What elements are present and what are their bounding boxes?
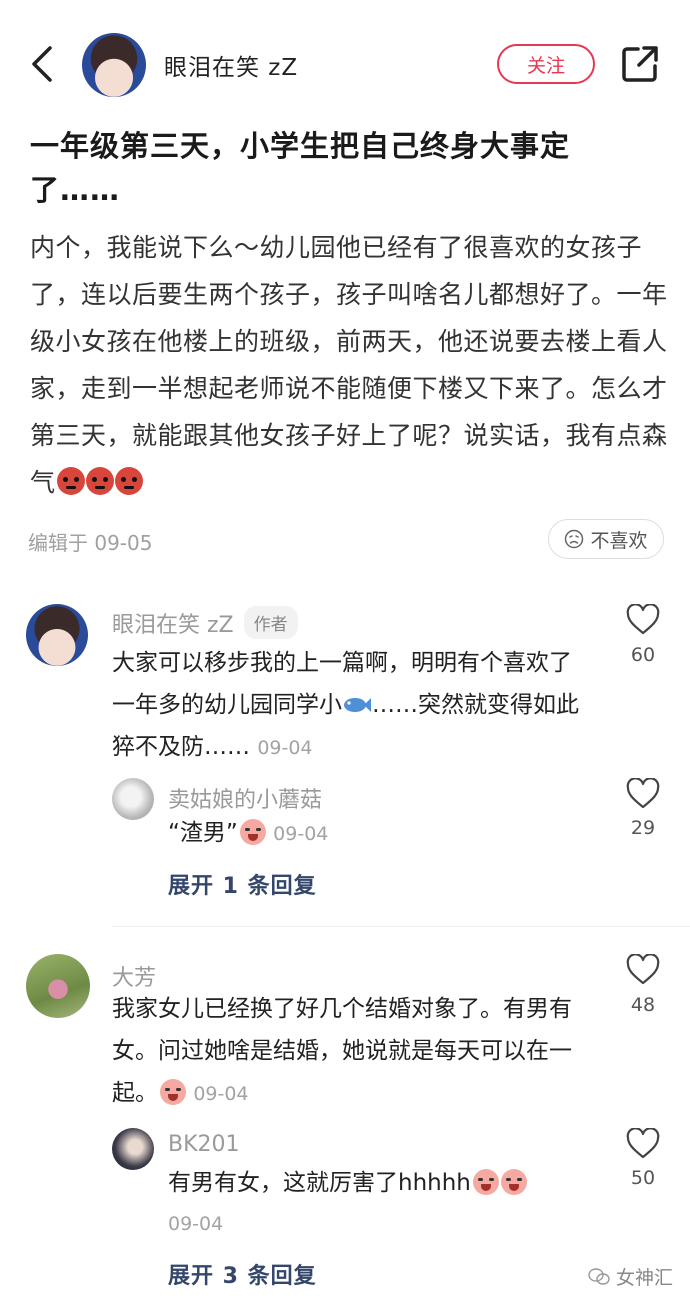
devil-emoji	[56, 467, 85, 495]
crying-emoji	[160, 1079, 186, 1105]
like-count: 29	[630, 817, 656, 839]
replier-name[interactable]: BK201	[168, 1132, 240, 1157]
watermark: 女神汇	[588, 1263, 673, 1290]
reply-text[interactable]: “渣男” 09-04	[168, 812, 588, 855]
crying-emoji	[500, 1169, 527, 1195]
post-body: 内个，我能说下么～幼儿园他已经有了很喜欢的女孩子了，连以后要生两个孩子，孩子叫啥…	[30, 224, 670, 506]
crying-emoji	[472, 1169, 499, 1195]
fish-emoji	[344, 698, 371, 712]
reply-text-body: “渣男”	[168, 820, 238, 846]
heart-icon[interactable]	[626, 1128, 660, 1160]
dislike-label: 不喜欢	[590, 529, 648, 552]
replier-avatar[interactable]	[112, 778, 154, 820]
comment-text[interactable]: 大家可以移步我的上一篇啊，明明有个喜欢了一年多的幼儿园同学小 ……突然就变得如此猝…	[112, 642, 592, 769]
share-icon[interactable]	[620, 44, 660, 84]
crying-emoji	[239, 819, 266, 845]
dislike-button[interactable]: 不喜欢	[548, 519, 664, 559]
comment-header: 眼泪在笑 zZ 作者	[112, 606, 298, 639]
devil-emoji	[114, 467, 143, 495]
heart-icon[interactable]	[626, 604, 660, 636]
post-body-text: 内个，我能说下么～幼儿园他已经有了很喜欢的女孩子了，连以后要生两个孩子，孩子叫啥…	[30, 233, 668, 497]
expand-replies-link[interactable]: 展开 3 条回复	[168, 1258, 317, 1290]
like-count: 50	[630, 1167, 656, 1189]
wechat-icon	[588, 1267, 610, 1285]
follow-button[interactable]: 关注	[497, 44, 595, 84]
reply-text[interactable]: 有男有女，这就厉害了hhhhh	[168, 1162, 588, 1204]
heart-icon[interactable]	[626, 954, 660, 986]
commenter-name[interactable]: 眼泪在笑 zZ	[112, 607, 234, 639]
watermark-text: 女神汇	[616, 1267, 674, 1289]
heart-icon[interactable]	[626, 778, 660, 810]
reply-time: 09-04	[273, 823, 329, 845]
like-count: 60	[630, 644, 656, 666]
author-tag: 作者	[243, 606, 298, 639]
devil-emoji	[85, 467, 114, 495]
commenter-avatar[interactable]	[26, 954, 90, 1018]
replier-name[interactable]: 卖姑娘的小蘑菇	[168, 782, 322, 814]
author-name[interactable]: 眼泪在笑 zZ	[164, 48, 298, 82]
comment-text[interactable]: 我家女儿已经换了好几个结婚对象了。有男有女。问过她啥是结婚，她说就是每天可以在一…	[112, 988, 598, 1115]
divider	[112, 926, 690, 927]
comment-time: 09-04	[193, 1083, 249, 1105]
like-count: 48	[630, 994, 656, 1016]
reply-text-body: 有男有女，这就厉害了hhhhh	[168, 1170, 471, 1196]
dislike-face-icon	[565, 529, 584, 549]
replier-avatar[interactable]	[112, 1128, 154, 1170]
comment-time: 09-04	[257, 737, 313, 759]
reply-time: 09-04	[168, 1213, 224, 1235]
commenter-avatar[interactable]	[26, 604, 88, 666]
author-avatar[interactable]	[82, 33, 146, 97]
back-icon[interactable]	[28, 44, 58, 84]
edit-time: 编辑于 09-05	[28, 531, 153, 555]
post-title: 一年级第三天，小学生把自己终身大事定了……	[30, 129, 571, 207]
expand-replies-link[interactable]: 展开 1 条回复	[168, 868, 317, 900]
